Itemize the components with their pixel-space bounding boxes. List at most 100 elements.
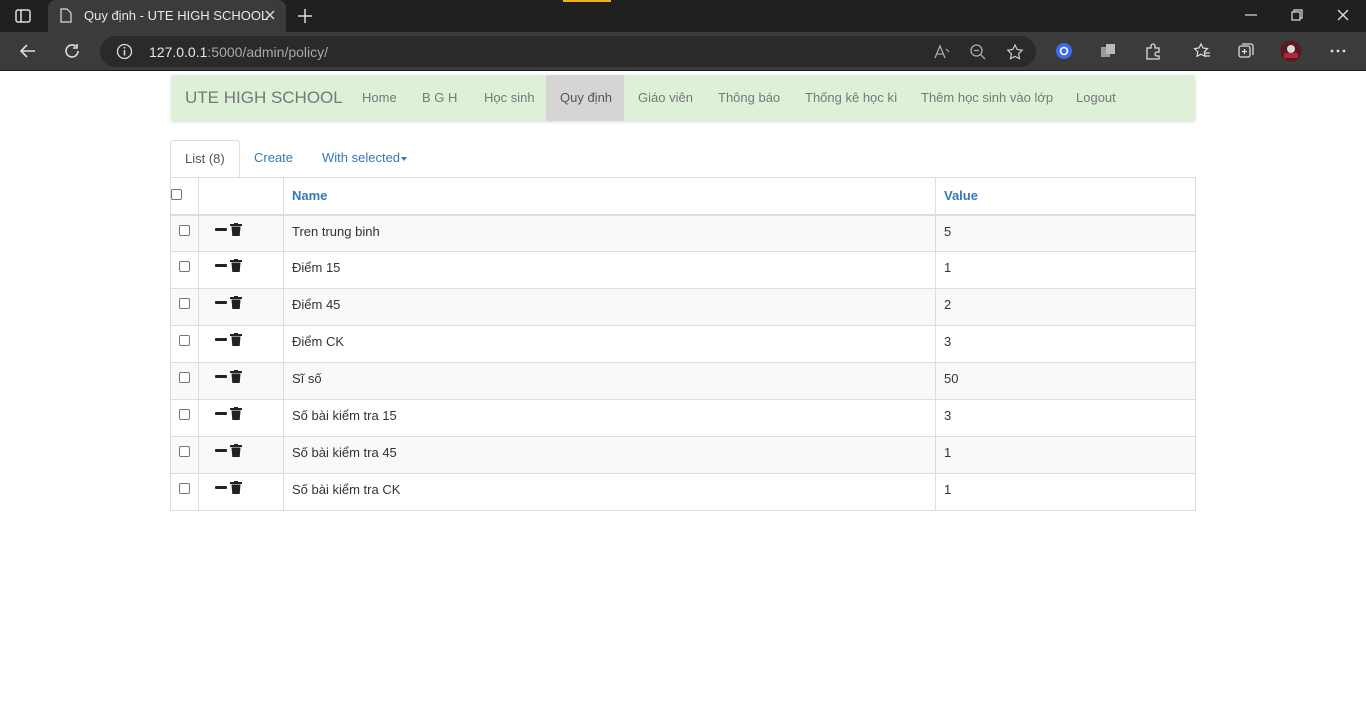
column-header-name[interactable]: Name [283, 177, 936, 216]
extensions-icon[interactable] [1144, 42, 1162, 60]
row-actions [198, 325, 284, 363]
read-aloud-icon[interactable] [933, 43, 951, 61]
row-checkbox[interactable] [179, 409, 190, 420]
favorite-add-icon[interactable] [1006, 43, 1024, 61]
with-selected-label: With selected [322, 150, 401, 165]
row-select-cell [170, 288, 199, 326]
trash-icon[interactable] [230, 222, 242, 236]
row-checkbox[interactable] [179, 372, 190, 383]
close-window-icon[interactable] [1336, 8, 1350, 22]
nav-them-hoc-sinh-vao-lop[interactable]: Thêm học sinh vào lớp [907, 75, 1067, 121]
cell-name: Tren trung binh [283, 214, 936, 252]
nav-hoc-sinh[interactable]: Học sinh [470, 75, 549, 121]
row-select-cell [170, 473, 199, 511]
trash-icon[interactable] [230, 259, 242, 273]
edit-icon[interactable] [215, 412, 227, 416]
table-row: Điểm CK 3 [170, 325, 1196, 363]
row-actions [198, 251, 284, 289]
table-row: Sĩ số 50 [170, 362, 1196, 400]
profile-avatar-icon[interactable] [1280, 40, 1302, 62]
row-actions [198, 214, 284, 252]
cell-value: 50 [935, 362, 1196, 400]
collections-icon[interactable] [1237, 42, 1255, 60]
table-row: Điểm 45 2 [170, 288, 1196, 326]
refresh-icon[interactable] [63, 42, 81, 60]
cell-name: Điểm CK [283, 325, 936, 363]
cell-value: 3 [935, 325, 1196, 363]
cell-value: 1 [935, 473, 1196, 511]
select-all-cell [170, 177, 199, 216]
row-select-cell [170, 251, 199, 289]
list-tabs: List (8) Create With selected [170, 140, 1196, 178]
row-actions [198, 399, 284, 437]
table-row: Số bài kiểm tra CK 1 [170, 473, 1196, 511]
trash-icon[interactable] [230, 296, 242, 310]
tab-actions-icon[interactable] [14, 7, 32, 25]
edit-icon[interactable] [215, 375, 227, 379]
address-bar[interactable]: 127.0.0.1:5000/admin/policy/ [100, 36, 1036, 67]
window-accent [563, 0, 611, 2]
table-header-row: Name Value [170, 177, 1196, 216]
edit-icon[interactable] [215, 301, 227, 305]
trash-icon[interactable] [230, 370, 242, 384]
nav-logout[interactable]: Logout [1062, 75, 1130, 121]
nav-bgh[interactable]: B G H [408, 75, 471, 121]
table-row: Số bài kiểm tra 45 1 [170, 436, 1196, 474]
edit-icon[interactable] [215, 227, 227, 231]
extension-blue-icon[interactable] [1055, 42, 1073, 60]
zoom-out-icon[interactable] [969, 43, 987, 61]
minimize-icon[interactable] [1244, 8, 1258, 22]
row-select-cell [170, 214, 199, 252]
row-actions [198, 362, 284, 400]
row-checkbox[interactable] [179, 483, 190, 494]
column-header-value[interactable]: Value [935, 177, 1196, 216]
row-checkbox[interactable] [179, 261, 190, 272]
restore-icon[interactable] [1290, 8, 1304, 22]
new-tab-icon[interactable] [296, 7, 314, 25]
edit-icon[interactable] [215, 449, 227, 453]
nav-thong-bao[interactable]: Thông báo [704, 75, 794, 121]
edit-icon[interactable] [215, 264, 227, 268]
url-text: 127.0.0.1:5000/admin/policy/ [149, 44, 329, 60]
policy-table: Name Value Tren trung binh 5 Điểm 15 1 Điểm … [170, 177, 1196, 511]
extension-copy-icon[interactable] [1099, 42, 1117, 60]
browser-tab[interactable]: Quy định - UTE HIGH SCHOOL [48, 0, 286, 32]
select-all-checkbox[interactable] [171, 189, 182, 201]
nav-giao-vien[interactable]: Giáo viên [624, 75, 707, 121]
table-row: Điểm 15 1 [170, 251, 1196, 289]
cell-value: 3 [935, 399, 1196, 437]
close-tab-icon[interactable] [264, 9, 276, 21]
more-options-icon[interactable] [1329, 42, 1347, 60]
cell-name: Sĩ số [283, 362, 936, 400]
trash-icon[interactable] [230, 444, 242, 458]
cell-name: Số bài kiểm tra CK [283, 473, 936, 511]
row-select-cell [170, 362, 199, 400]
trash-icon[interactable] [230, 407, 242, 421]
brand-title[interactable]: UTE HIGH SCHOOL [185, 88, 343, 108]
tab-list[interactable]: List (8) [170, 140, 240, 178]
nav-thong-ke-hoc-ki[interactable]: Thống kê học kì [791, 75, 912, 121]
nav-quy-dinh[interactable]: Quy định [546, 75, 624, 121]
back-icon[interactable] [19, 42, 37, 60]
row-checkbox[interactable] [179, 298, 190, 309]
tab-create[interactable]: Create [240, 140, 307, 178]
table-row: Số bài kiểm tra 15 3 [170, 399, 1196, 437]
row-checkbox[interactable] [179, 224, 190, 236]
tab-with-selected[interactable]: With selected [308, 140, 421, 178]
trash-icon[interactable] [230, 333, 242, 347]
trash-icon[interactable] [230, 481, 242, 495]
site-info-icon[interactable] [116, 43, 133, 60]
cell-value: 1 [935, 436, 1196, 474]
row-checkbox[interactable] [179, 335, 190, 346]
row-select-cell [170, 325, 199, 363]
caret-down-icon [401, 156, 408, 161]
favorites-icon[interactable] [1193, 42, 1211, 60]
site-navbar: UTE HIGH SCHOOL Home B G H Học sinh Quy … [171, 75, 1195, 121]
cell-value: 2 [935, 288, 1196, 326]
browser-toolbar: 127.0.0.1:5000/admin/policy/ [0, 32, 1366, 71]
nav-home[interactable]: Home [348, 75, 411, 121]
row-actions [198, 288, 284, 326]
row-checkbox[interactable] [179, 446, 190, 457]
edit-icon[interactable] [215, 338, 227, 342]
edit-icon[interactable] [215, 486, 227, 490]
